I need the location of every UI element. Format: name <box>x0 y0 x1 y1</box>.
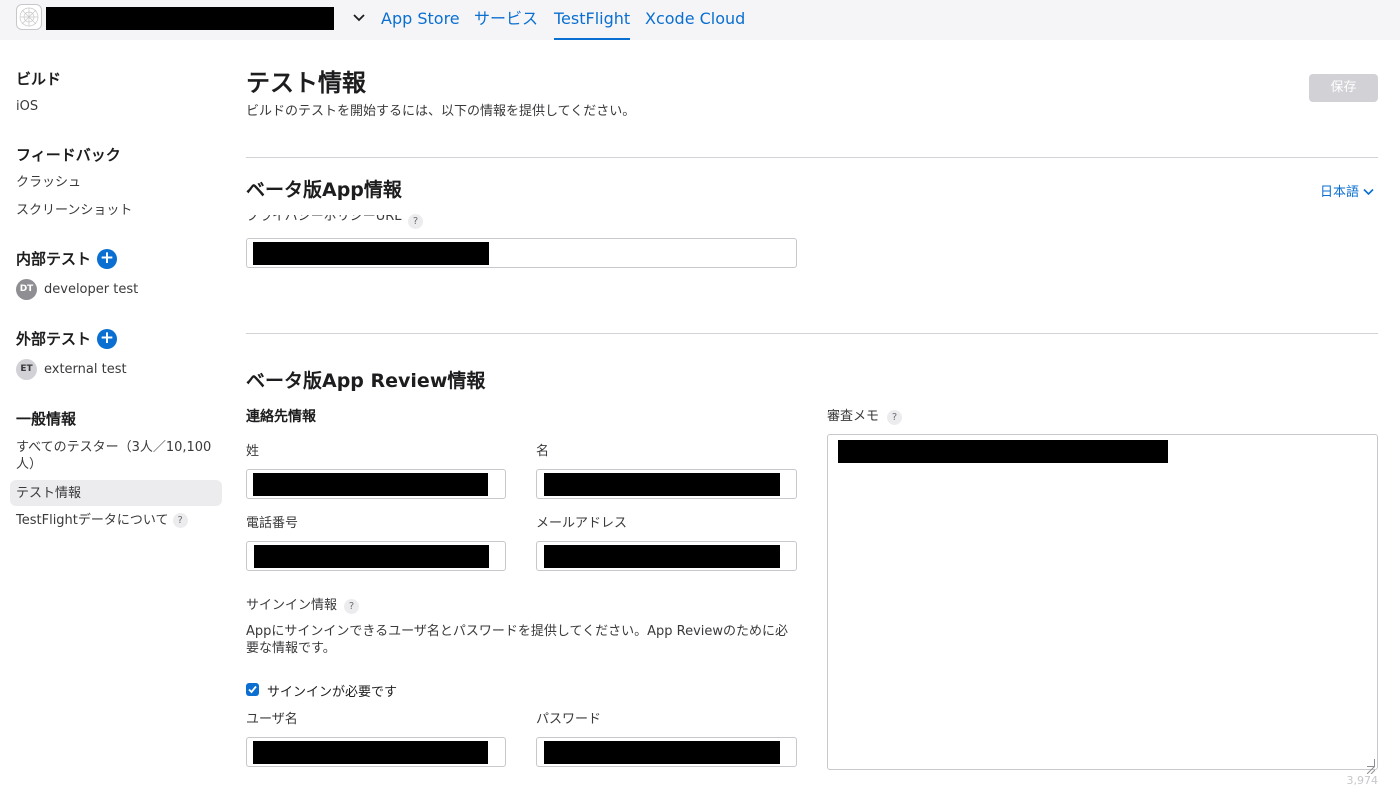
question-mark-icon[interactable]: ? <box>887 410 902 425</box>
redacted-value <box>544 741 780 764</box>
sidebar-item-screenshots[interactable]: スクリーンショット <box>16 202 132 219</box>
sidebar-item-developer-test[interactable]: developer test <box>44 281 138 298</box>
sidebar-item-crashes[interactable]: クラッシュ <box>16 174 81 191</box>
question-mark-icon[interactable]: ? <box>344 599 359 614</box>
privacy-policy-url-label-text: プライバシーポリシーURL <box>246 215 402 224</box>
signin-required-label[interactable]: サインインが必要です <box>267 684 397 701</box>
beta-app-info-title: ベータ版App情報 <box>246 179 402 201</box>
character-count: 3,974 <box>1346 774 1379 787</box>
contact-info-heading: 連絡先情報 <box>246 409 316 425</box>
first-name-input[interactable] <box>536 469 797 499</box>
tab-xcode-cloud[interactable]: Xcode Cloud <box>645 9 745 29</box>
phone-label: 電話番号 <box>246 516 299 531</box>
tab-services[interactable]: サービス <box>474 9 538 29</box>
app-name-redacted <box>46 7 334 30</box>
add-external-group-icon[interactable]: + <box>97 329 117 349</box>
redacted-value <box>253 473 488 496</box>
page-subtitle: ビルドのテストを開始するには、以下の情報を提供してください。 <box>246 104 636 119</box>
sidebar-item-all-testers[interactable]: すべてのテスター（3人／10,100人） <box>16 439 216 473</box>
redacted-value <box>544 545 780 568</box>
password-label: パスワード <box>536 712 602 727</box>
privacy-policy-url-label: プライバシーポリシーURL <box>246 215 402 225</box>
language-select[interactable]: 日本語 <box>1320 184 1374 201</box>
app-placeholder-icon[interactable] <box>16 4 42 30</box>
group-avatar: DT <box>16 279 37 300</box>
beta-review-info-title: ベータ版App Review情報 <box>246 370 486 392</box>
sidebar-heading-builds: ビルド <box>16 70 62 88</box>
review-notes-textarea[interactable] <box>827 434 1378 775</box>
signin-description: Appにサインインできるユーザ名とパスワードを提供してください。App Revi… <box>246 624 789 656</box>
sidebar-item-external-test[interactable]: external test <box>44 361 127 378</box>
last-name-input[interactable] <box>246 469 506 499</box>
group-avatar: ET <box>16 359 37 380</box>
sidebar-item-ios[interactable]: iOS <box>16 98 38 115</box>
chevron-down-icon[interactable] <box>351 8 367 28</box>
save-button[interactable]: 保存 <box>1309 74 1378 102</box>
last-name-label: 姓 <box>246 444 260 459</box>
divider <box>246 157 1378 158</box>
username-label: ユーザ名 <box>246 712 298 727</box>
redacted-value <box>544 473 780 496</box>
phone-input[interactable] <box>246 541 506 571</box>
sidebar-item-label: テスト情報 <box>16 486 82 501</box>
language-value: 日本語 <box>1320 185 1360 200</box>
email-label: メールアドレス <box>536 516 628 531</box>
username-input[interactable] <box>246 737 506 767</box>
redacted-value <box>253 242 489 265</box>
password-input[interactable] <box>536 737 797 767</box>
redacted-value <box>838 440 1168 463</box>
sidebar-item-test-information[interactable]: テスト情報 <box>10 480 222 506</box>
sidebar-heading-internal-testing: 内部テスト <box>16 250 92 268</box>
tab-app-store[interactable]: App Store <box>381 9 460 29</box>
privacy-policy-url-input[interactable] <box>246 238 797 268</box>
chevron-down-icon <box>1363 184 1374 201</box>
sidebar-heading-general-info: 一般情報 <box>16 410 77 428</box>
add-internal-group-icon[interactable]: + <box>97 249 117 269</box>
question-mark-icon[interactable]: ? <box>408 214 423 229</box>
sidebar-item-label: TestFlightデータについて <box>16 513 169 528</box>
signin-info-label: サインイン情報 <box>246 598 338 613</box>
email-input[interactable] <box>536 541 797 571</box>
divider <box>246 333 1378 334</box>
sidebar-heading-feedback: フィードバック <box>16 146 121 164</box>
review-notes-label: 審査メモ <box>827 409 880 424</box>
sidebar: ビルド iOS フィードバック クラッシュ スクリーンショット 内部テスト + … <box>0 40 232 801</box>
question-mark-icon[interactable]: ? <box>172 513 188 528</box>
signin-required-checkbox[interactable] <box>246 683 259 696</box>
redacted-value <box>254 545 489 568</box>
tab-testflight[interactable]: TestFlight <box>554 9 631 40</box>
resize-handle-icon[interactable] <box>1366 759 1376 775</box>
first-name-label: 名 <box>536 444 550 459</box>
page-title: テスト情報 <box>246 69 366 97</box>
top-navigation-bar: App Store サービス TestFlight Xcode Cloud <box>0 0 1400 40</box>
redacted-value <box>253 741 488 764</box>
sidebar-item-testflight-data[interactable]: TestFlightデータについて ? <box>16 512 188 529</box>
sidebar-heading-external-testing: 外部テスト <box>16 330 92 348</box>
